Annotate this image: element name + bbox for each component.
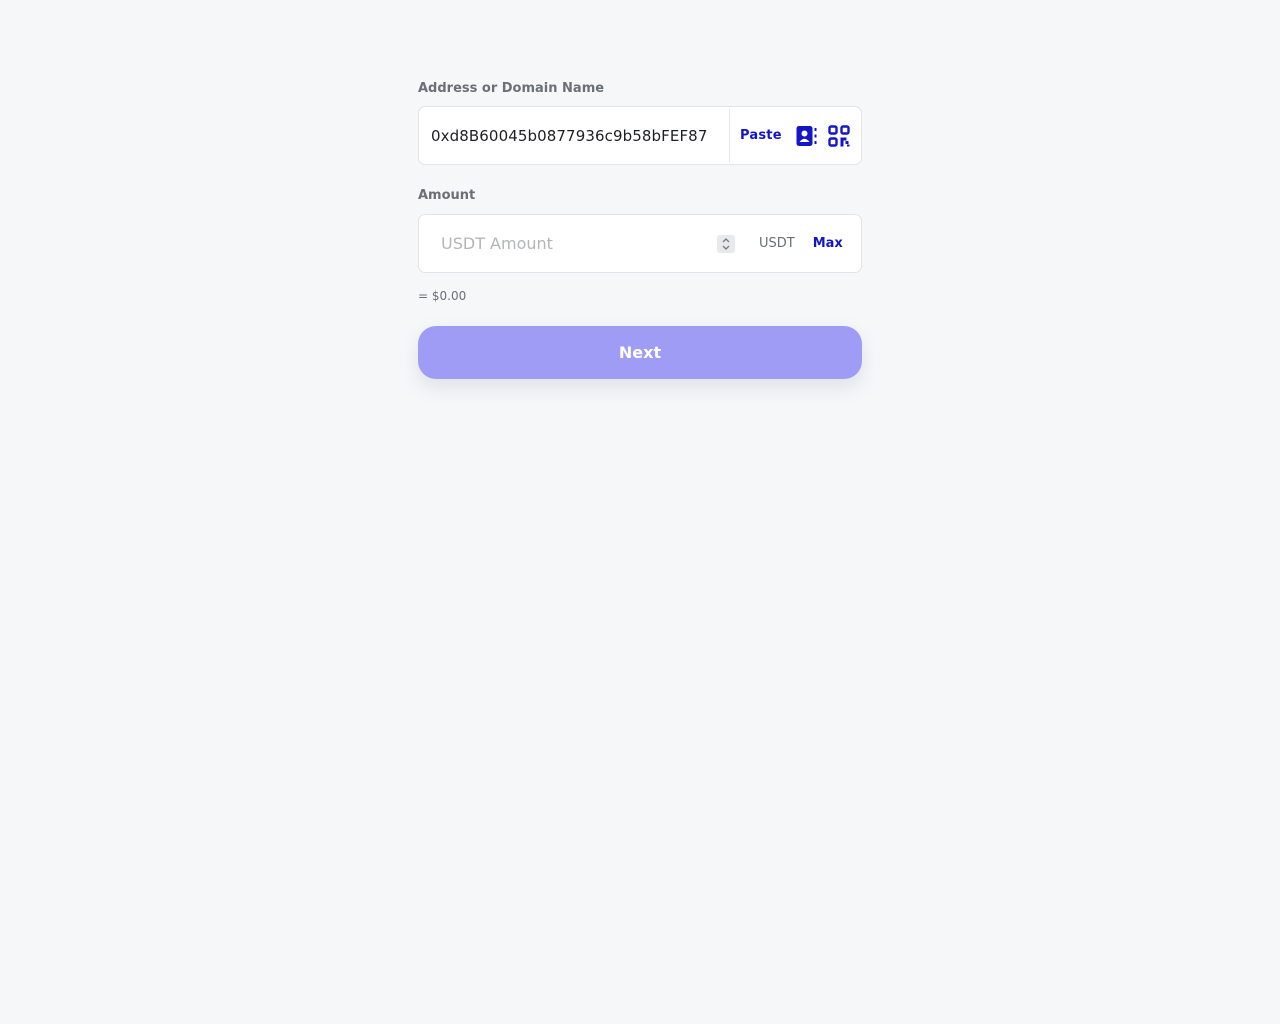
amount-stepper[interactable] bbox=[717, 234, 735, 253]
address-book-icon[interactable] bbox=[796, 125, 818, 147]
usd-equivalent: = $0.00 bbox=[418, 289, 467, 303]
amount-field-label: Amount bbox=[418, 188, 476, 203]
send-form: Address or Domain Name 0xd8B60045b087793… bbox=[418, 80, 862, 379]
qr-code-icon[interactable] bbox=[828, 124, 850, 147]
next-button[interactable]: Next bbox=[418, 326, 862, 379]
address-input-box[interactable]: 0xd8B60045b0877936c9b58bFEF87 Paste bbox=[418, 106, 862, 165]
stepper-arrows-icon bbox=[722, 237, 730, 250]
input-divider bbox=[729, 109, 730, 162]
amount-input[interactable]: USDT Amount bbox=[419, 234, 717, 253]
max-button[interactable]: Max bbox=[813, 236, 843, 251]
amount-input-box[interactable]: USDT Amount USDT Max bbox=[418, 214, 862, 273]
address-input[interactable]: 0xd8B60045b0877936c9b58bFEF87 bbox=[419, 127, 719, 145]
token-symbol: USDT bbox=[759, 236, 795, 251]
address-field-label: Address or Domain Name bbox=[418, 81, 605, 96]
paste-button[interactable]: Paste bbox=[740, 128, 782, 143]
